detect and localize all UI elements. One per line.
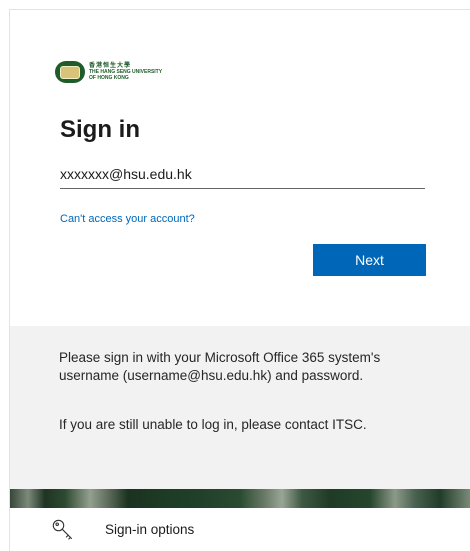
university-seal-icon: [55, 61, 85, 83]
next-button[interactable]: Next: [313, 244, 426, 276]
cant-access-account-link[interactable]: Can't access your account?: [60, 213, 195, 225]
email-field[interactable]: [60, 160, 425, 189]
info-panel: Please sign in with your Microsoft Offic…: [10, 326, 470, 489]
logo-english-line2: OF HONG KONG: [89, 75, 129, 81]
signin-options-label: Sign-in options: [105, 522, 195, 537]
key-icon: [52, 519, 73, 540]
signin-box: 香港恒生大學 THE HANG SENG UNIVERSITY OF HONG …: [10, 10, 470, 326]
signin-instructions: Please sign in with your Microsoft Offic…: [59, 350, 381, 383]
logo-text: 香港恒生大學 THE HANG SENG UNIVERSITY OF HONG …: [89, 63, 162, 81]
contact-itsc-message: If you are still unable to log in, pleas…: [59, 417, 367, 432]
university-logo: 香港恒生大學 THE HANG SENG UNIVERSITY OF HONG …: [55, 58, 162, 86]
signin-options-button[interactable]: Sign-in options: [10, 508, 470, 551]
background-image-strip: [10, 489, 470, 508]
login-page: 香港恒生大學 THE HANG SENG UNIVERSITY OF HONG …: [9, 9, 470, 551]
page-title: Sign in: [60, 116, 140, 143]
